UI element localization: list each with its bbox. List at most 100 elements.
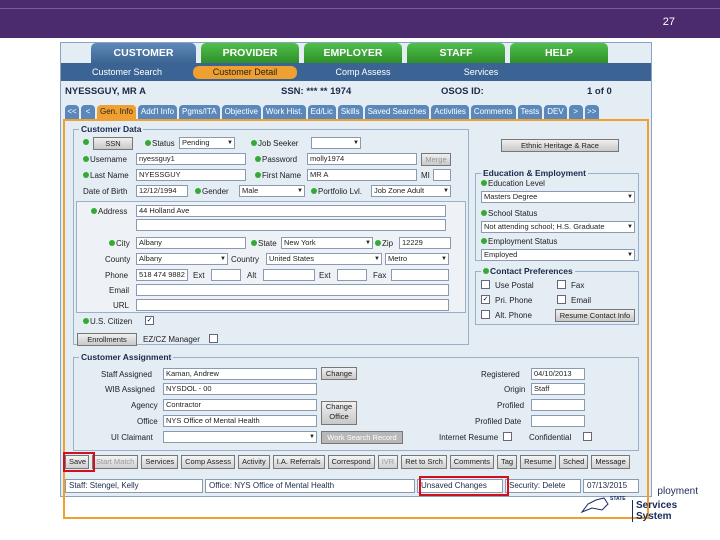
tab-activities[interactable]: Activities	[431, 105, 469, 119]
tab-customer[interactable]: CUSTOMER	[91, 43, 196, 63]
subnav-comp-assess[interactable]: Comp Assess	[311, 67, 415, 77]
tab-staff[interactable]: STAFF	[407, 43, 505, 63]
tab-pgms-ita[interactable]: Pgms/ITA	[179, 105, 220, 119]
correspond-button[interactable]: Correspond	[327, 455, 375, 469]
portfolio-select[interactable]: Job Zone Adult	[371, 185, 451, 197]
country-label: Country	[231, 255, 260, 264]
subnav-services[interactable]: Services	[429, 67, 533, 77]
address-line2-field[interactable]	[136, 219, 446, 231]
tab-skills[interactable]: Skills	[337, 105, 363, 119]
profiled-field[interactable]	[531, 399, 585, 411]
education-level-select[interactable]: Masters Degree	[481, 191, 635, 203]
tab-last[interactable]: >>	[584, 105, 599, 119]
ui-claimant-label: UI Claimant	[111, 433, 153, 442]
url-field[interactable]	[136, 299, 449, 311]
metro-select[interactable]: Metro	[385, 253, 449, 265]
dob-field[interactable]: 12/12/1994	[136, 185, 188, 197]
activity-button[interactable]: Activity	[237, 455, 270, 469]
city-field[interactable]: Albany	[136, 237, 246, 249]
phone-field[interactable]: 518 474 9882	[136, 269, 188, 281]
tab-help[interactable]: HELP	[510, 43, 608, 63]
contact-title: Contact Preferences	[481, 266, 575, 276]
tab-saved-searches[interactable]: Saved Searches	[364, 105, 430, 119]
ivr-button[interactable]: IVR	[377, 455, 399, 469]
profiled-date-field[interactable]	[531, 415, 585, 427]
ret-to-srch-button[interactable]: Ret to Srch	[401, 455, 447, 469]
job-seeker-select[interactable]	[311, 137, 361, 149]
pri-phone-checkbox[interactable]: ✓	[481, 295, 490, 304]
message-button[interactable]: Message	[591, 455, 630, 469]
services-button[interactable]: Services	[141, 455, 179, 469]
username-field[interactable]: nyessguy1	[136, 153, 246, 165]
gender-select[interactable]: Male	[239, 185, 305, 197]
school-status-select[interactable]: Not attending school; H.S. Graduate	[481, 221, 635, 233]
last-name-field[interactable]: NYESSGUY	[136, 169, 246, 181]
country-select[interactable]: United States	[266, 253, 382, 265]
email-field[interactable]	[136, 284, 449, 296]
fax-pref-checkbox[interactable]	[557, 280, 566, 289]
us-citizen-checkbox[interactable]: ✓	[145, 316, 154, 325]
tab-comments[interactable]: Comments	[470, 105, 516, 119]
tab-prev[interactable]: <	[81, 105, 95, 119]
tab-employer[interactable]: EMPLOYER	[304, 43, 402, 63]
origin-field[interactable]: Staff	[531, 383, 585, 395]
staff-assigned-field[interactable]: Kaman, Andrew	[163, 368, 317, 380]
alt-ext-field[interactable]	[337, 269, 367, 281]
comp-assess-button[interactable]: Comp Assess	[181, 455, 235, 469]
mi-field[interactable]	[433, 169, 451, 181]
ia-referrals-button[interactable]: I.A. Referrals	[272, 455, 325, 469]
internet-resume-checkbox[interactable]	[503, 432, 512, 441]
ez-cz-checkbox[interactable]	[209, 334, 218, 343]
tab-objective[interactable]: Objective	[221, 105, 261, 119]
tab-work-hist[interactable]: Work Hist.	[262, 105, 306, 119]
email-pref-checkbox[interactable]	[557, 295, 566, 304]
use-postal-checkbox[interactable]	[481, 280, 490, 289]
tab-addl-info[interactable]: Add'l Info	[137, 105, 178, 119]
ext-field[interactable]	[211, 269, 241, 281]
zip-field[interactable]: 12229	[399, 237, 451, 249]
tab-next[interactable]: >	[568, 105, 583, 119]
state-select[interactable]: New York	[281, 237, 373, 249]
change-office-button[interactable]: Change Office	[321, 401, 357, 425]
dob-label: Date of Birth	[83, 187, 128, 196]
tab-gen-info[interactable]: Gen. Info	[97, 105, 136, 119]
tab-first[interactable]: <<	[65, 105, 79, 119]
confidential-checkbox[interactable]	[583, 432, 592, 441]
change-staff-button[interactable]: Change	[321, 367, 357, 380]
agency-field[interactable]: Contractor	[163, 399, 317, 411]
tab-provider[interactable]: PROVIDER	[201, 43, 299, 63]
fax-field[interactable]	[391, 269, 449, 281]
registered-field[interactable]: 04/10/2013	[531, 368, 585, 380]
education-title: Education & Employment	[481, 168, 588, 178]
alt-phone-field[interactable]	[263, 269, 315, 281]
tab-ed-lic[interactable]: Ed/Lic	[307, 105, 336, 119]
office-field[interactable]: NYS Office of Mental Health	[163, 415, 317, 427]
ui-claimant-select[interactable]	[163, 431, 317, 443]
logo-state: STATE	[610, 496, 626, 502]
subnav-customer-detail[interactable]: Customer Detail	[193, 65, 297, 79]
tab-tests[interactable]: Tests	[517, 105, 543, 119]
comments-button[interactable]: Comments	[449, 455, 495, 469]
enrollments-button[interactable]: Enrollments	[77, 333, 137, 346]
subnav-customer-search[interactable]: Customer Search	[75, 67, 179, 77]
county-select[interactable]: Albany	[136, 253, 228, 265]
ethnic-heritage-button[interactable]: Ethnic Heritage & Race	[501, 139, 619, 152]
work-search-button[interactable]: Work Search Record	[321, 431, 403, 444]
alt-phone-checkbox[interactable]	[481, 310, 490, 319]
resume-contact-button[interactable]: Resume Contact Info	[555, 309, 635, 322]
address-line1-field[interactable]: 44 Holland Ave	[136, 205, 446, 217]
sched-button[interactable]: Sched	[559, 455, 589, 469]
ssn-button[interactable]: SSN	[93, 137, 133, 150]
first-name-field[interactable]: MR A	[307, 169, 417, 181]
agency-label: Agency	[131, 401, 158, 410]
staff-assigned-label: Staff Assigned	[101, 370, 152, 379]
merge-button[interactable]: Merge	[421, 153, 451, 166]
tab-dev[interactable]: DEV	[544, 105, 567, 119]
start-match-button[interactable]: Start Match	[92, 455, 139, 469]
wib-assigned-field[interactable]: NYSDOL - 00	[163, 383, 317, 395]
password-field[interactable]: molly1974	[307, 153, 417, 165]
tag-button[interactable]: Tag	[497, 455, 518, 469]
employment-status-select[interactable]: Employed	[481, 249, 635, 261]
status-select[interactable]: Pending	[179, 137, 235, 149]
resume-button[interactable]: Resume	[520, 455, 557, 469]
